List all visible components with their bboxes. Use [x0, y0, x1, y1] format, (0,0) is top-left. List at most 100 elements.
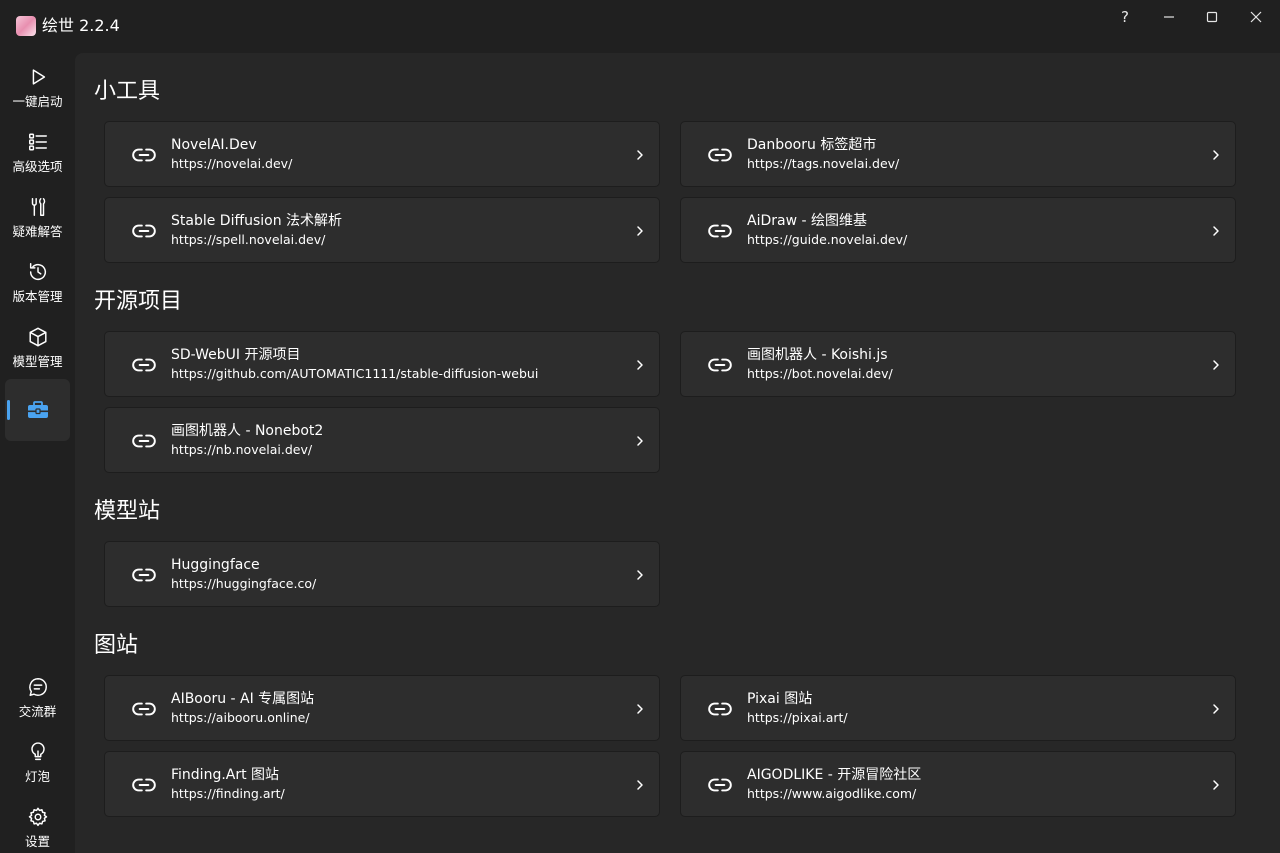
link-card[interactable]: 画图机器人 - Koishi.js https://bot.novelai.de… — [680, 331, 1236, 397]
card-url: https://spell.novelai.dev/ — [171, 232, 326, 247]
toolbox-icon — [26, 398, 50, 422]
main-content: 小工具 NovelAI.Dev https://novelai.dev/ Dan… — [75, 53, 1280, 853]
nav-item-troubleshoot[interactable]: 疑难解答 — [5, 185, 70, 247]
link-icon — [130, 771, 158, 799]
nav-item-launch[interactable]: 一键启动 — [5, 55, 70, 117]
minimize-icon — [1164, 16, 1174, 18]
nav-item-settings[interactable]: 设置 — [5, 795, 70, 853]
link-card[interactable]: NovelAI.Dev https://novelai.dev/ — [104, 121, 660, 187]
nav-item-chat-group[interactable]: 交流群 — [5, 665, 70, 727]
chevron-right-icon — [633, 567, 647, 581]
card-title: Danbooru 标签超市 — [747, 137, 877, 153]
link-card[interactable]: Stable Diffusion 法术解析 https://spell.nove… — [104, 197, 660, 263]
card-title: 画图机器人 - Koishi.js — [747, 347, 888, 363]
window-title: 绘世 2.2.4 — [42, 16, 120, 35]
link-card[interactable]: Danbooru 标签超市 https://tags.novelai.dev/ — [680, 121, 1236, 187]
nav-item-label: 灯泡 — [24, 769, 50, 784]
minimize-button[interactable] — [1147, 4, 1191, 30]
nav-item-label: 疑难解答 — [12, 224, 63, 239]
card-url: https://huggingface.co/ — [171, 576, 317, 591]
title-bar: 绘世 2.2.4 ? — [0, 0, 1280, 53]
nav-item-toolbox[interactable] — [5, 379, 70, 441]
chevron-right-icon — [633, 777, 647, 791]
chevron-right-icon — [1209, 147, 1223, 161]
list-icon — [26, 130, 50, 154]
gear-icon — [26, 805, 50, 829]
nav-item-versions[interactable]: 版本管理 — [5, 250, 70, 312]
link-icon — [130, 217, 158, 245]
nav-item-models[interactable]: 模型管理 — [5, 315, 70, 377]
chat-icon — [26, 675, 50, 699]
link-icon — [130, 351, 158, 379]
chevron-right-icon — [1209, 223, 1223, 237]
lightbulb-icon — [26, 740, 50, 764]
link-card[interactable]: AIBooru - AI 专属图站 https://aibooru.online… — [104, 675, 660, 741]
card-title: Pixai 图站 — [747, 691, 813, 707]
nav-item-label: 设置 — [24, 834, 50, 849]
card-url: https://bot.novelai.dev/ — [747, 366, 893, 381]
card-title: 画图机器人 - Nonebot2 — [171, 423, 324, 439]
nav-item-advanced[interactable]: 高级选项 — [5, 120, 70, 182]
chevron-right-icon — [633, 147, 647, 161]
nav-item-label: 模型管理 — [12, 354, 63, 369]
link-card[interactable]: Huggingface https://huggingface.co/ — [104, 541, 660, 607]
link-card[interactable]: AiDraw - 绘图维基 https://guide.novelai.dev/ — [680, 197, 1236, 263]
close-icon — [1250, 11, 1262, 23]
chevron-right-icon — [1209, 701, 1223, 715]
help-button[interactable]: ? — [1103, 4, 1147, 30]
card-url: https://nb.novelai.dev/ — [171, 442, 313, 457]
maximize-button[interactable] — [1190, 4, 1234, 30]
link-icon — [706, 141, 734, 169]
link-icon — [130, 561, 158, 589]
section-title: 开源项目 — [94, 289, 183, 314]
chevron-right-icon — [633, 357, 647, 371]
link-icon — [706, 695, 734, 723]
section-title: 图站 — [94, 633, 139, 658]
link-icon — [706, 217, 734, 245]
link-card[interactable]: SD-WebUI 开源项目 https://github.com/AUTOMAT… — [104, 331, 660, 397]
card-title: Huggingface — [171, 557, 260, 573]
link-card[interactable]: 画图机器人 - Nonebot2 https://nb.novelai.dev/ — [104, 407, 660, 473]
nav-item-label: 高级选项 — [12, 159, 63, 174]
link-icon — [130, 695, 158, 723]
card-title: SD-WebUI 开源项目 — [171, 347, 301, 363]
nav-item-label: 交流群 — [18, 704, 57, 719]
section-title: 模型站 — [94, 499, 161, 524]
link-card[interactable]: Finding.Art 图站 https://finding.art/ — [104, 751, 660, 817]
card-title: Finding.Art 图站 — [171, 767, 280, 783]
history-icon — [26, 260, 50, 284]
tools-icon — [26, 195, 50, 219]
link-icon — [130, 141, 158, 169]
active-indicator — [7, 400, 10, 420]
link-card[interactable]: Pixai 图站 https://pixai.art/ — [680, 675, 1236, 741]
chevron-right-icon — [633, 701, 647, 715]
app-logo-icon — [16, 16, 36, 36]
chevron-right-icon — [1209, 777, 1223, 791]
nav-item-lightbulb[interactable]: 灯泡 — [5, 730, 70, 792]
card-url: https://pixai.art/ — [747, 710, 848, 725]
link-icon — [706, 351, 734, 379]
section-title: 小工具 — [94, 79, 161, 104]
nav-item-label: 一键启动 — [12, 94, 63, 109]
link-card[interactable]: AIGODLIKE - 开源冒险社区 https://www.aigodlike… — [680, 751, 1236, 817]
cube-icon — [26, 325, 50, 349]
card-url: https://www.aigodlike.com/ — [747, 786, 917, 801]
link-icon — [706, 771, 734, 799]
card-title: AIBooru - AI 专属图站 — [171, 691, 315, 707]
card-title: NovelAI.Dev — [171, 137, 257, 153]
play-icon — [26, 65, 50, 89]
card-title: Stable Diffusion 法术解析 — [171, 213, 343, 229]
card-title: AiDraw - 绘图维基 — [747, 213, 867, 229]
card-url: https://tags.novelai.dev/ — [747, 156, 900, 171]
link-icon — [130, 427, 158, 455]
card-url: https://aibooru.online/ — [171, 710, 310, 725]
nav-item-label: 版本管理 — [12, 289, 63, 304]
close-button[interactable] — [1234, 4, 1278, 30]
maximize-icon — [1206, 11, 1218, 23]
chevron-right-icon — [1209, 357, 1223, 371]
card-url: https://github.com/AUTOMATIC1111/stable-… — [171, 366, 539, 381]
card-url: https://novelai.dev/ — [171, 156, 293, 171]
sidebar: 一键启动 高级选项 疑难解答 版本管理 模型管理 交流群 灯泡 设置 — [0, 53, 75, 853]
card-url: https://finding.art/ — [171, 786, 285, 801]
chevron-right-icon — [633, 433, 647, 447]
